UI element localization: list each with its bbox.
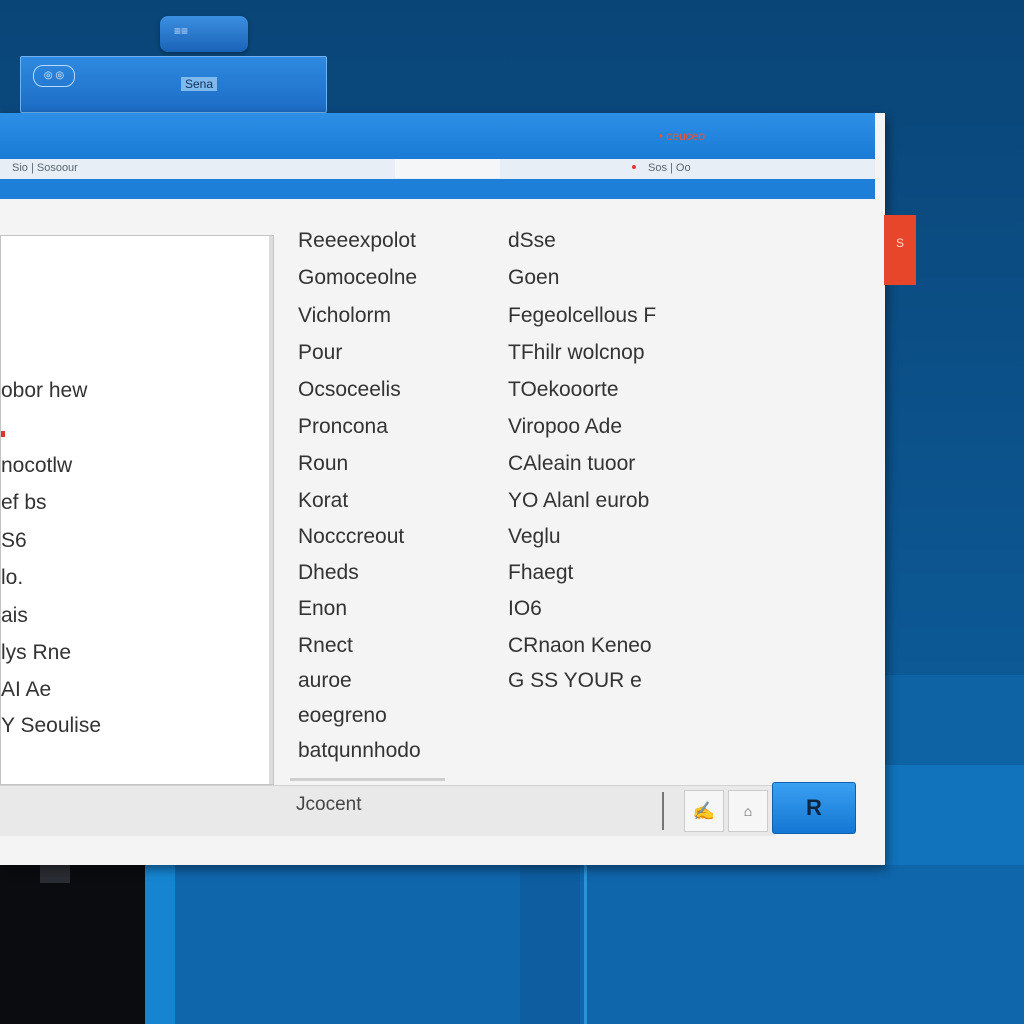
col2-item[interactable]: G SS YOUR e — [508, 669, 642, 693]
list-item[interactable]: obor hew — [1, 379, 87, 403]
col1-item[interactable]: Reeeexpolot — [298, 229, 416, 253]
col2-item[interactable]: dSse — [508, 229, 556, 253]
col2-item[interactable]: IO6 — [508, 597, 542, 621]
dark-taskbar-segment — [0, 865, 145, 1024]
horizontal-scrollbar[interactable] — [290, 778, 445, 781]
home-icon[interactable]: ⌂ — [728, 790, 768, 832]
col2-item[interactable]: TOekooorte — [508, 378, 619, 402]
list-item[interactable]: nocotlw — [1, 454, 72, 478]
col2-item[interactable]: CRnaon Keneo — [508, 634, 652, 658]
col2-item[interactable]: Fhaegt — [508, 561, 573, 585]
taskbar-divider — [584, 865, 587, 1024]
col2-item[interactable]: TFhilr wolcnop — [508, 341, 645, 365]
list-item[interactable]: lo. — [1, 566, 23, 590]
window-icon: ◎ ◎ — [33, 65, 75, 87]
list-item[interactable]: S6 — [1, 529, 27, 553]
col2-item[interactable]: YO Alanl eurob — [508, 489, 649, 513]
list-item[interactable]: AI Ae — [1, 678, 51, 702]
notification-badge[interactable]: S — [884, 215, 916, 285]
tray-button[interactable]: ≡≡ — [160, 16, 248, 52]
col2-item[interactable]: Fegeolcellous F — [508, 304, 656, 328]
taskbar-strip — [145, 865, 175, 1024]
list-item[interactable]: ais — [1, 604, 28, 628]
menu-bar: Sio | Sosoour Sos | Oo — [0, 159, 875, 180]
col2-item[interactable]: Viropoo Ade — [508, 415, 622, 439]
toolbar-strip — [0, 179, 875, 199]
col1-item[interactable]: Rnect — [298, 634, 353, 658]
menu-left[interactable]: Sio | Sosoour — [12, 162, 78, 174]
col2-item[interactable]: Goen — [508, 266, 559, 290]
taskbar-strip-2 — [520, 865, 580, 1024]
background-window[interactable]: ◎ ◎ Sena — [20, 56, 327, 113]
col2-item[interactable]: Veglu — [508, 525, 561, 549]
footer-bar: Jcocent — [0, 785, 775, 836]
confirm-button[interactable]: R — [772, 782, 856, 834]
footer-label: Jcocent — [296, 794, 362, 815]
col1-item[interactable]: Enon — [298, 597, 347, 621]
col1-item[interactable]: Vicholorm — [298, 304, 391, 328]
footer-separator — [662, 792, 664, 830]
col1-item[interactable]: Nocccreout — [298, 525, 404, 549]
col1-item[interactable]: batqunnhodo — [298, 739, 421, 763]
background-window-label: Sena — [181, 77, 218, 91]
tray-label: ≡≡ — [174, 24, 189, 38]
col1-item[interactable]: Ocsoceelis — [298, 378, 401, 402]
menu-right[interactable]: Sos | Oo — [648, 162, 691, 174]
edit-icon[interactable]: ✍ — [684, 790, 724, 832]
title-status: • ceuceo — [658, 129, 705, 143]
left-list-pane[interactable]: obor hew nocotlw ef bs S6 lo. ais lys Rn… — [0, 235, 274, 785]
col1-item[interactable]: Proncona — [298, 415, 388, 439]
menu-spacer — [395, 159, 500, 178]
main-dialog: • ceuceo Sio | Sosoour Sos | Oo obor hew… — [0, 113, 885, 865]
taskbar-slot — [40, 865, 70, 883]
selection-marker — [1, 431, 5, 437]
col1-item[interactable]: Roun — [298, 452, 348, 476]
alert-dot-icon — [632, 165, 636, 169]
col1-item[interactable]: Korat — [298, 489, 348, 513]
list-item[interactable]: Y Seoulise — [1, 714, 101, 738]
list-item[interactable]: ef bs — [1, 491, 47, 515]
col1-item[interactable]: Pour — [298, 341, 342, 365]
col2-item[interactable]: CAleain tuoor — [508, 452, 635, 476]
title-bar[interactable]: • ceuceo — [0, 113, 875, 159]
col1-item[interactable]: eoegreno — [298, 704, 387, 728]
col1-item[interactable]: Gomoceolne — [298, 266, 417, 290]
col1-item[interactable]: Dheds — [298, 561, 359, 585]
list-item[interactable]: lys Rne — [1, 641, 71, 665]
col1-item[interactable]: auroe — [298, 669, 352, 693]
